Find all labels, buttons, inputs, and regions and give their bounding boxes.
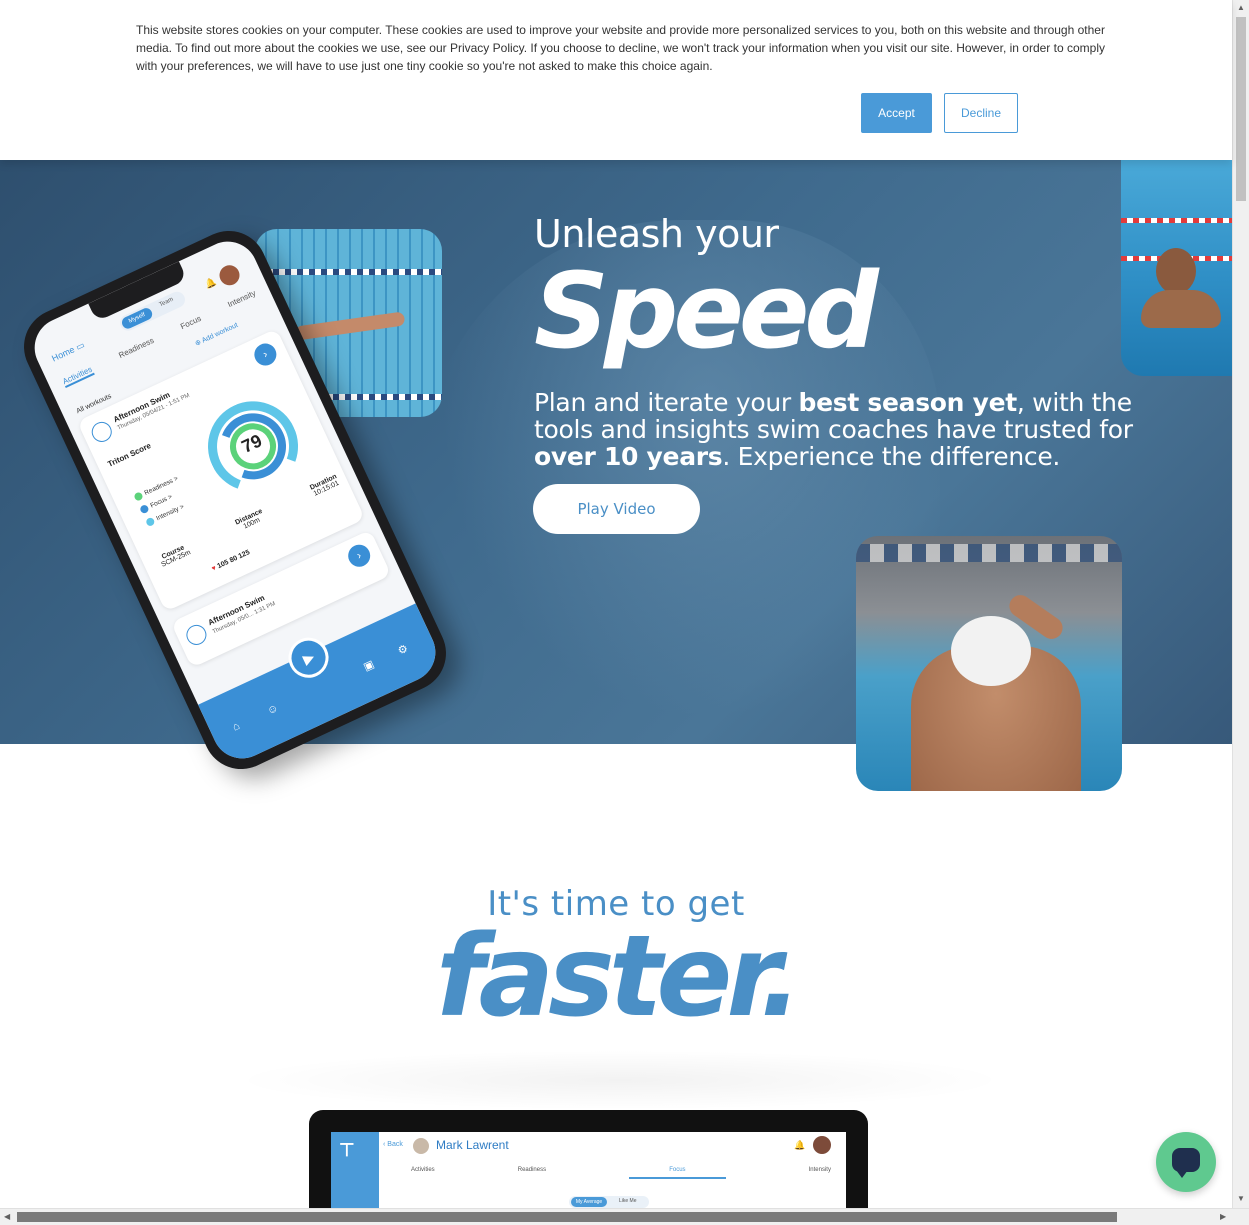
- user-avatar[interactable]: [813, 1136, 831, 1154]
- back-label: Back: [387, 1141, 403, 1148]
- swim-cap: [951, 616, 1031, 686]
- play-video-button[interactable]: Play Video: [533, 484, 700, 534]
- scroll-left-icon[interactable]: ◀: [4, 1212, 10, 1221]
- avatar[interactable]: [216, 261, 243, 289]
- toggle-my-average[interactable]: My Average: [571, 1197, 607, 1207]
- tab-activities[interactable]: Activities: [411, 1167, 435, 1179]
- tab-focus[interactable]: Focus: [629, 1167, 726, 1179]
- faster-title: faster.: [435, 912, 802, 1042]
- home-label: Home: [50, 344, 77, 364]
- faster-shadow: [230, 1050, 1010, 1110]
- comparison-toggle[interactable]: My Average Like Me: [569, 1196, 649, 1208]
- swimmer-shoulders: [1141, 290, 1221, 328]
- legend-label: Readiness >: [143, 475, 180, 497]
- laptop-screen: ⊤ ‹ Back Mark Lawrent 🔔 Activities Readi…: [331, 1132, 846, 1210]
- toggle-myself[interactable]: Myself: [120, 306, 155, 331]
- scroll-down-icon[interactable]: ▼: [1237, 1194, 1245, 1203]
- pennant-flags: [856, 544, 1122, 562]
- triton-score-label: Triton Score: [106, 440, 153, 469]
- horizontal-scroll-thumb[interactable]: [17, 1212, 1117, 1222]
- laptop-tabs: Activities Readiness Focus Intensity: [411, 1167, 831, 1179]
- back-link[interactable]: ‹ Back: [383, 1141, 403, 1148]
- vertical-scrollbar[interactable]: ▲ ▼: [1232, 0, 1249, 1208]
- bell-icon[interactable]: 🔔: [794, 1140, 805, 1151]
- stat-distance: Distance 100m: [234, 508, 266, 533]
- hero-text-bold: over 10 years: [534, 442, 723, 471]
- phone-home-label: Home ▭: [50, 340, 86, 365]
- hero-title-big: Speed: [534, 250, 879, 372]
- hero-text: Plan and iterate your: [534, 388, 799, 417]
- accept-button[interactable]: Accept: [861, 93, 932, 133]
- intensity-dot: [144, 516, 156, 528]
- focus-dot: [139, 503, 150, 515]
- stat-course: Course SCM-25m: [157, 543, 192, 568]
- pool-icon: [88, 418, 116, 446]
- lane-rope: [1121, 218, 1232, 223]
- app-sidebar: ⊤: [331, 1132, 379, 1210]
- tab-intensity[interactable]: Intensity: [226, 288, 258, 311]
- laptop-mockup: ⊤ ‹ Back Mark Lawrent 🔔 Activities Readi…: [309, 1110, 868, 1210]
- vertical-scroll-thumb[interactable]: [1236, 17, 1246, 201]
- readiness-dot: [133, 491, 144, 502]
- tab-readiness[interactable]: Readiness: [518, 1167, 546, 1179]
- tab-readiness[interactable]: Readiness: [117, 336, 156, 362]
- hero-text: . Experience the difference.: [722, 442, 1061, 471]
- open-workout-icon[interactable]: ›: [344, 541, 374, 571]
- toggle-like-me[interactable]: Like Me: [619, 1198, 637, 1204]
- heart-rate-row: ♥ 105 80 125: [211, 549, 251, 573]
- triton-logo-icon: ⊤: [339, 1140, 355, 1160]
- home-icon[interactable]: ⌂: [231, 720, 242, 734]
- bell-icon[interactable]: 🔔: [203, 276, 218, 291]
- tab-activities[interactable]: Activities: [61, 364, 95, 389]
- tab-intensity[interactable]: Intensity: [809, 1167, 831, 1179]
- tab-focus[interactable]: Focus: [179, 314, 203, 333]
- calendar-icon: ▭: [74, 339, 87, 353]
- chat-bubble-icon: [1172, 1148, 1200, 1178]
- scroll-up-icon[interactable]: ▲: [1237, 3, 1245, 12]
- chat-launcher-button[interactable]: [1156, 1132, 1216, 1192]
- horizontal-scrollbar[interactable]: ◀ ▶: [0, 1208, 1249, 1225]
- hero-description: Plan and iterate your best season yet, w…: [534, 389, 1144, 470]
- woman-swimmer-photo: [1121, 160, 1232, 376]
- cookie-banner: This website stores cookies on your comp…: [0, 0, 1232, 160]
- scroll-right-icon[interactable]: ▶: [1220, 1212, 1226, 1221]
- calendar-icon[interactable]: ▣: [361, 657, 377, 673]
- toggle-team[interactable]: Team: [159, 297, 175, 309]
- pool-icon: [183, 621, 210, 649]
- open-workout-icon[interactable]: ›: [250, 339, 280, 370]
- hero-text-bold: best season yet: [798, 388, 1018, 417]
- man-swimmer-photo: [856, 536, 1122, 791]
- cookie-text: This website stores cookies on your comp…: [136, 23, 1105, 73]
- athlete-avatar: [413, 1138, 429, 1154]
- swimmer-figure: [294, 311, 406, 341]
- settings-icon[interactable]: ⚙: [396, 642, 410, 657]
- decline-button[interactable]: Decline: [944, 93, 1018, 133]
- stat-duration: Duration 10:15:01: [309, 473, 341, 498]
- athlete-name: Mark Lawrent: [436, 1138, 509, 1152]
- heart-rate-values: 105 80 125: [216, 549, 252, 571]
- play-icon[interactable]: ▶: [281, 631, 336, 685]
- add-workout-label: Add workout: [200, 321, 240, 345]
- lane-rope: [255, 269, 442, 275]
- swimmer-head: [1156, 248, 1196, 294]
- team-icon[interactable]: ☺: [265, 702, 280, 718]
